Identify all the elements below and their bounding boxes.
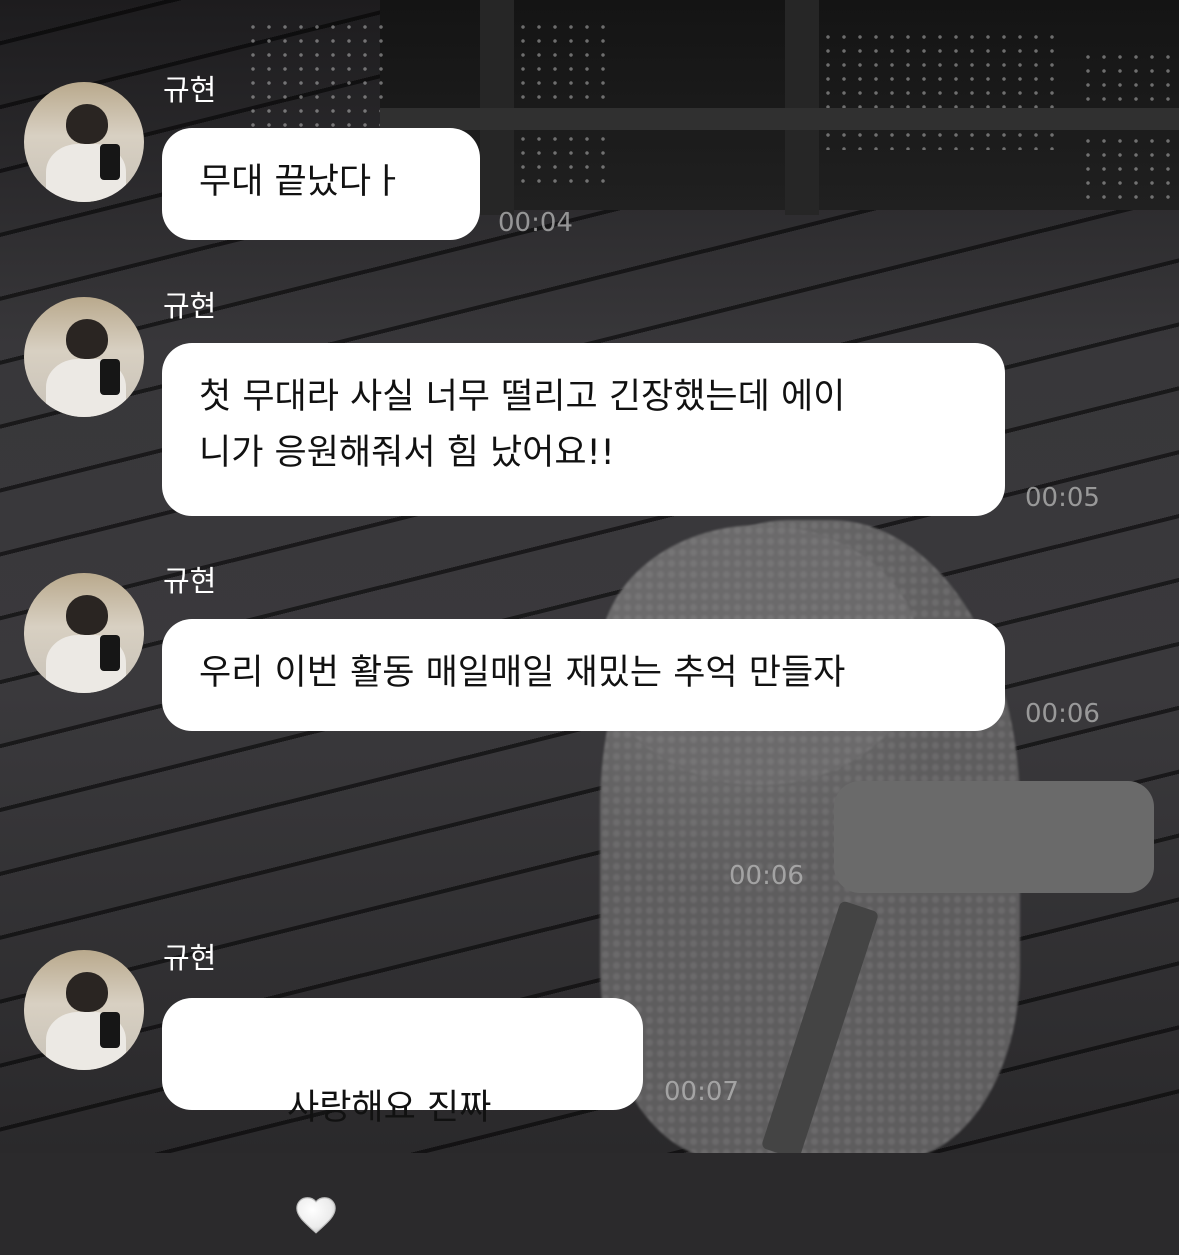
message-bubble[interactable]: 무대 끝났다ㅏ <box>162 128 480 240</box>
message-bubble[interactable]: 사랑해요 진짜 <box>162 998 643 1234</box>
background-lights <box>820 30 1060 150</box>
message-time: 00:06 <box>1025 699 1100 729</box>
message-bubble[interactable]: 우리 이번 활동 매일매일 재밌는 추억 만들자 <box>162 619 1005 731</box>
outgoing-message-bubble-redacted[interactable] <box>834 781 1154 893</box>
sender-avatar[interactable] <box>24 82 144 202</box>
background-railing-beam <box>380 108 1179 130</box>
message-time: 00:05 <box>1025 483 1100 513</box>
sender-avatar[interactable] <box>24 297 144 417</box>
sender-name: 규현 <box>163 564 217 598</box>
message-time: 00:07 <box>664 1077 739 1107</box>
sender-avatar[interactable] <box>24 950 144 1070</box>
message-time: 00:06 <box>729 861 804 891</box>
sender-name: 규현 <box>163 289 217 323</box>
background-lights <box>515 20 610 190</box>
sender-name: 규현 <box>163 73 217 107</box>
message-time: 00:04 <box>498 208 573 238</box>
sender-avatar[interactable] <box>24 573 144 693</box>
message-text: 사랑해요 진짜 <box>287 1088 492 1128</box>
message-bubble[interactable]: 첫 무대라 사실 너무 떨리고 긴장했는데 에이 니가 응원해줘서 힘 났어요!… <box>162 343 1005 516</box>
white-heart-icon <box>293 1136 339 1234</box>
sender-name: 규현 <box>163 941 217 975</box>
